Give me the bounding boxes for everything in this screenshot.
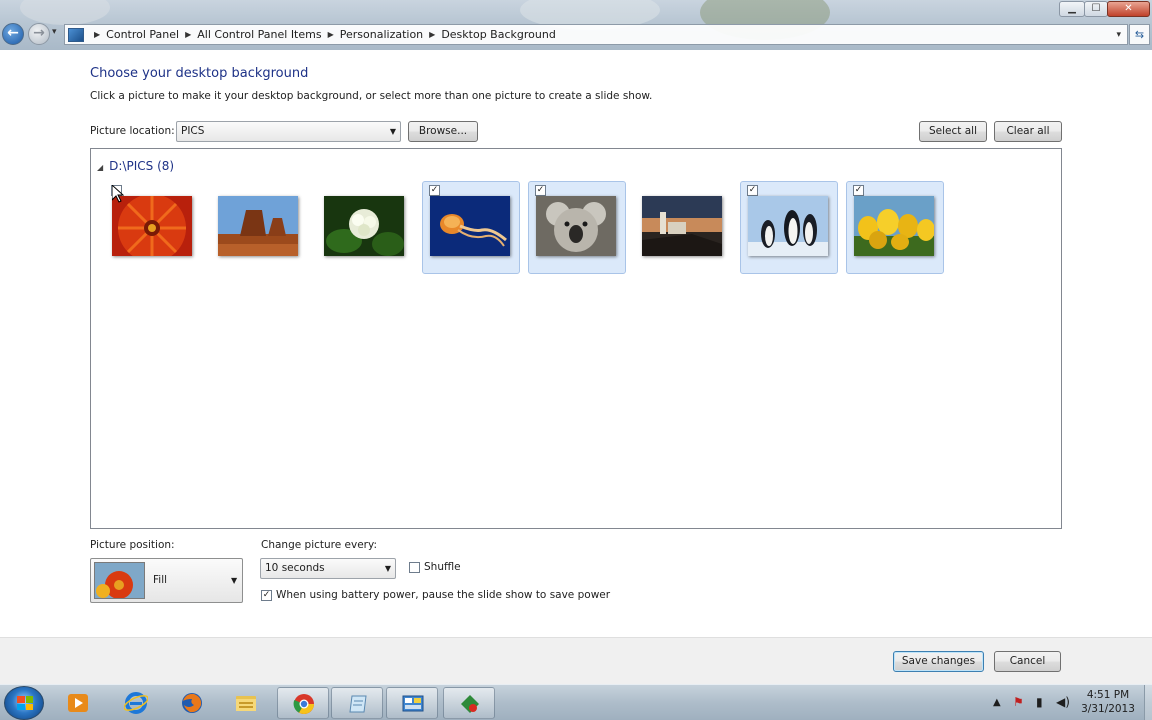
- taskbar: ▲ ⚑ ▮ ◀): [0, 684, 1152, 720]
- picture-tile[interactable]: ✓: [740, 181, 838, 274]
- clear-all-button[interactable]: Clear all: [994, 121, 1062, 142]
- refresh-button[interactable]: ⇆: [1129, 24, 1150, 45]
- tulips-thumbnail[interactable]: [854, 196, 934, 256]
- shuffle-label[interactable]: Shuffle: [424, 561, 461, 573]
- browse-button[interactable]: Browse...: [408, 121, 478, 142]
- picture-group-header[interactable]: ◢ D:\PICS (8): [97, 159, 174, 173]
- taskbar-firefox[interactable]: [166, 687, 218, 719]
- breadcrumb-desktop-background[interactable]: Desktop Background: [441, 28, 556, 41]
- taskbar-clock[interactable]: 4:51 PM 3/31/2013: [1078, 688, 1138, 716]
- folder-icon: [236, 696, 256, 711]
- picture-tile[interactable]: ✓: [846, 181, 944, 274]
- hydrangeas-thumbnail[interactable]: [324, 196, 404, 256]
- chevron-right-icon[interactable]: ▶: [94, 30, 100, 39]
- change-interval-value: 10 seconds: [265, 562, 325, 574]
- collapse-triangle-icon[interactable]: ◢: [97, 163, 103, 172]
- picture-tile[interactable]: ✓: [528, 181, 626, 274]
- taskbar-chrome[interactable]: [277, 687, 329, 719]
- chevron-right-icon[interactable]: ▶: [185, 30, 191, 39]
- chevron-down-icon: ▼: [231, 576, 238, 585]
- position-preview-thumbnail: [94, 562, 145, 599]
- battery-pause-label[interactable]: When using battery power, pause the slid…: [276, 589, 610, 601]
- page-instructions: Click a picture to make it your desktop …: [90, 90, 653, 102]
- save-changes-button[interactable]: Save changes: [893, 651, 984, 672]
- taskbar-internet-explorer[interactable]: [110, 687, 162, 719]
- penguins-thumbnail[interactable]: [748, 196, 828, 256]
- chrysanthemum-thumbnail[interactable]: [112, 196, 192, 256]
- breadcrumb-personalization[interactable]: Personalization: [340, 28, 423, 41]
- close-button[interactable]: ✕: [1107, 1, 1150, 17]
- chevron-down-icon: ▼: [384, 564, 391, 573]
- maximize-button[interactable]: ☐: [1084, 1, 1108, 17]
- windows-logo-icon: [17, 696, 33, 710]
- picture-position-value: Fill: [153, 574, 168, 586]
- chevron-right-icon[interactable]: ▶: [328, 30, 334, 39]
- page-title: Choose your desktop background: [90, 66, 309, 81]
- chrome-icon: [293, 694, 314, 714]
- recorder-icon: [461, 695, 479, 713]
- picture-checkbox[interactable]: ✓: [747, 185, 758, 196]
- koala-thumbnail[interactable]: [536, 196, 616, 256]
- taskbar-media-player[interactable]: [52, 687, 104, 719]
- picture-position-label: Picture position:: [90, 539, 175, 551]
- recent-pages-chevron-icon[interactable]: ▾: [52, 27, 57, 37]
- chevron-down-icon: ▼: [389, 127, 396, 136]
- chevron-right-icon[interactable]: ▶: [429, 30, 435, 39]
- clock-date: 3/31/2013: [1081, 703, 1135, 715]
- breadcrumb-control-panel[interactable]: Control Panel: [106, 28, 179, 41]
- taskbar-control-panel[interactable]: [386, 687, 438, 719]
- picture-location-select[interactable]: PICS ▼: [176, 121, 401, 142]
- select-all-button[interactable]: Select all: [919, 121, 987, 142]
- picture-checkbox[interactable]: ✓: [535, 185, 546, 196]
- jellyfish-thumbnail[interactable]: [430, 196, 510, 256]
- address-bar[interactable]: ▶ Control Panel ▶ All Control Panel Item…: [64, 24, 1128, 45]
- control-panel-icon: [68, 27, 84, 42]
- action-center-flag-icon[interactable]: ⚑: [1013, 695, 1024, 709]
- picture-position-select[interactable]: Fill ▼: [90, 558, 243, 603]
- control-panel-icon: [402, 695, 424, 712]
- picture-tile[interactable]: [316, 181, 414, 274]
- notepad-icon: [349, 695, 367, 713]
- picture-tile[interactable]: [634, 181, 732, 274]
- picture-checkbox[interactable]: ✓: [429, 185, 440, 196]
- lighthouse-thumbnail[interactable]: [642, 196, 722, 256]
- mouse-cursor-icon: [112, 185, 124, 203]
- picture-location-label: Picture location:: [90, 125, 175, 137]
- picture-tile[interactable]: ✓: [422, 181, 520, 274]
- start-button[interactable]: [4, 686, 44, 720]
- wallpaper-fragment: [20, 0, 110, 25]
- picture-tile[interactable]: [210, 181, 308, 274]
- picture-list[interactable]: ◢ D:\PICS (8) ✓ ✓ ✓ ✓: [90, 148, 1062, 529]
- taskbar-notepad[interactable]: [331, 687, 383, 719]
- address-dropdown-icon[interactable]: ▾: [1116, 30, 1121, 40]
- back-button[interactable]: ←: [2, 23, 24, 45]
- show-desktop-button[interactable]: [1144, 685, 1152, 720]
- cancel-button[interactable]: Cancel: [994, 651, 1061, 672]
- battery-pause-checkbox[interactable]: ✓: [261, 590, 272, 601]
- picture-group-name: D:\PICS (8): [109, 159, 175, 173]
- desert-thumbnail[interactable]: [218, 196, 298, 256]
- volume-speaker-icon[interactable]: ◀): [1056, 695, 1070, 709]
- firefox-icon: [182, 693, 202, 713]
- forward-button[interactable]: →: [28, 23, 50, 45]
- show-hidden-icons-chevron-icon[interactable]: ▲: [993, 697, 1001, 708]
- picture-location-value: PICS: [181, 125, 205, 137]
- clock-time: 4:51 PM: [1086, 689, 1130, 701]
- taskbar-camtasia[interactable]: [443, 687, 495, 719]
- change-interval-select[interactable]: 10 seconds ▼: [260, 558, 396, 579]
- network-signal-icon[interactable]: ▮: [1036, 695, 1043, 709]
- shuffle-checkbox[interactable]: [409, 562, 420, 573]
- minimize-button[interactable]: ▁: [1059, 1, 1085, 17]
- internet-explorer-icon: [124, 692, 148, 714]
- breadcrumb-all-items[interactable]: All Control Panel Items: [197, 28, 321, 41]
- picture-checkbox[interactable]: ✓: [853, 185, 864, 196]
- media-player-icon: [68, 694, 88, 712]
- taskbar-windows-explorer[interactable]: [220, 687, 272, 719]
- change-interval-label: Change picture every:: [261, 539, 377, 551]
